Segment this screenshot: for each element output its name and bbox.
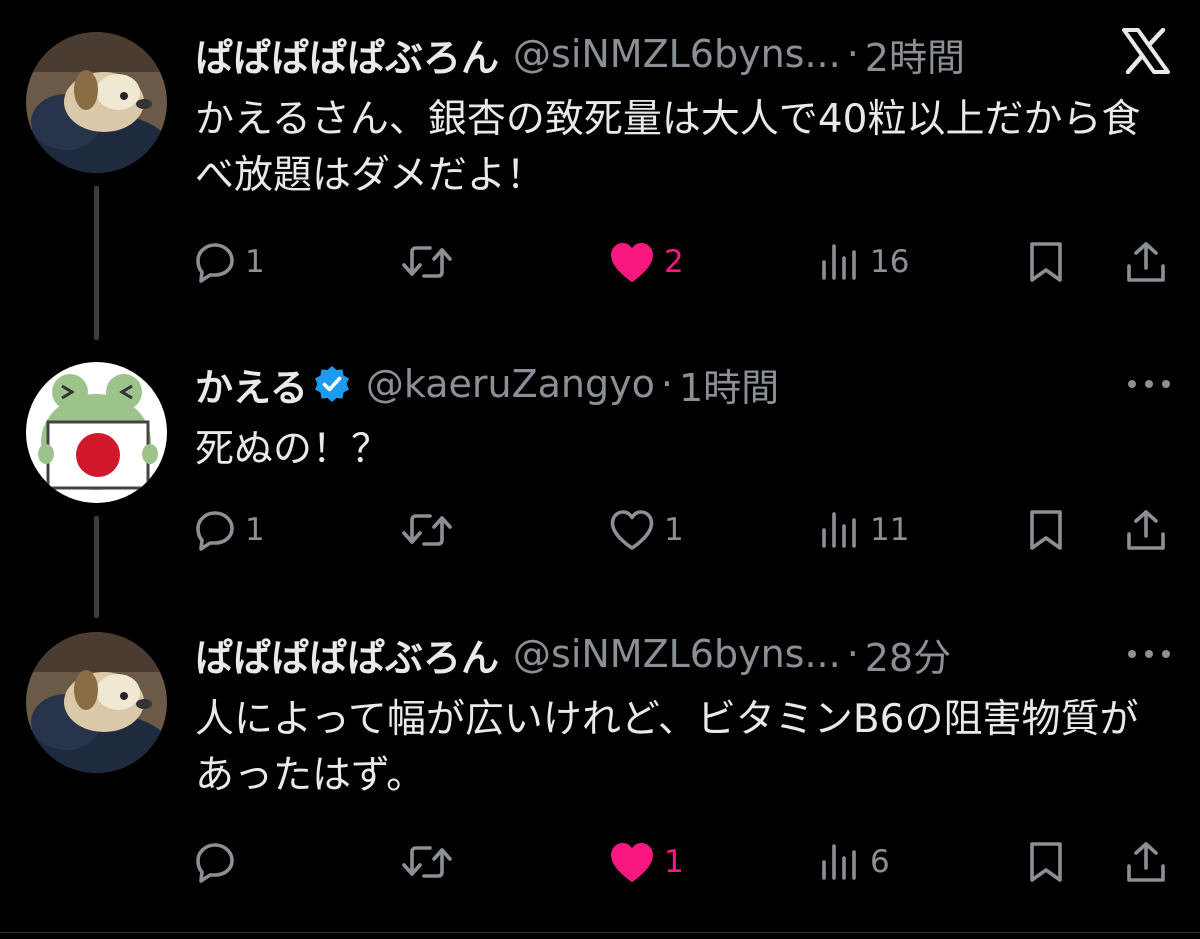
tweet-header: かえる @kaeruZangyo · 1時間 (195, 354, 779, 414)
display-name[interactable]: ぱぱぱぱぱぶろん (195, 627, 499, 682)
heart-filled-icon (611, 243, 653, 282)
view-count: 11 (870, 512, 910, 548)
retweet-button[interactable] (400, 500, 462, 560)
handle[interactable]: @siNMZL6byns... (513, 632, 841, 676)
like-button[interactable]: 1 (608, 500, 684, 560)
like-count: 1 (664, 512, 684, 548)
heart-filled-icon (611, 843, 653, 882)
reply-button[interactable] (193, 832, 245, 892)
avatar[interactable] (26, 32, 167, 173)
retweet-icon (402, 514, 452, 546)
reply-count: 1 (245, 512, 265, 548)
share-button[interactable] (1124, 232, 1168, 292)
retweet-button[interactable] (400, 832, 462, 892)
like-button[interactable]: 2 (608, 232, 684, 292)
share-button[interactable] (1124, 832, 1168, 892)
tweet-header: ぱぱぱぱぱぶろん @siNMZL6byns... · 2時間 (195, 24, 965, 84)
share-icon (1127, 842, 1165, 882)
retweet-icon (402, 846, 452, 878)
action-bar: 1 1 11 (0, 500, 1200, 560)
bookmark-icon (1030, 842, 1062, 882)
action-bar: 1 2 16 (0, 232, 1200, 292)
reply-icon (196, 843, 234, 883)
x-logo-icon (1122, 27, 1170, 78)
views-button[interactable]: 11 (818, 500, 909, 560)
separator: · (846, 32, 859, 76)
tweet-text: かえるさん、銀杏の致死量は大人で40粒以上だから食べ放題はダメだよ！ (195, 97, 1141, 198)
display-name[interactable]: ぱぱぱぱぱぶろん (195, 27, 499, 82)
tweet-header: ぱぱぱぱぱぶろん @siNMZL6byns... · 28分 (195, 624, 951, 684)
views-button[interactable]: 6 (818, 832, 890, 892)
separator: · (846, 632, 859, 676)
views-chart-icon (822, 844, 856, 880)
retweet-icon (402, 246, 452, 278)
retweet-button[interactable] (400, 232, 462, 292)
handle[interactable]: @kaeruZangyo (366, 362, 655, 406)
view-count: 16 (870, 244, 910, 280)
tweet-text: 人によって幅が広いけれど、ビタミンB6の阻害物質があったはず。 (195, 697, 1139, 798)
views-button[interactable]: 16 (818, 232, 909, 292)
reply-button[interactable]: 1 (193, 500, 265, 560)
handle[interactable]: @siNMZL6byns... (513, 32, 841, 76)
action-bar: 1 6 (0, 832, 1200, 892)
divider (0, 932, 1200, 933)
bookmark-icon (1030, 242, 1062, 282)
display-name[interactable]: かえる (195, 357, 308, 412)
reply-icon (196, 511, 234, 551)
like-count: 2 (664, 244, 684, 280)
views-chart-icon (822, 244, 856, 280)
timestamp[interactable]: 1時間 (679, 357, 779, 412)
bookmark-button[interactable] (1024, 832, 1068, 892)
tweet-text: 死ぬの！？ (195, 427, 391, 472)
timestamp[interactable]: 28分 (865, 627, 951, 682)
more-options-icon[interactable] (1128, 644, 1170, 664)
reply-count: 1 (245, 244, 265, 280)
reply-icon (196, 243, 234, 283)
heart-outline-icon (610, 510, 654, 550)
more-options-icon[interactable] (1128, 374, 1170, 394)
bookmark-button[interactable] (1024, 500, 1068, 560)
reply-button[interactable]: 1 (193, 232, 265, 292)
like-button[interactable]: 1 (608, 832, 684, 892)
share-icon (1127, 242, 1165, 282)
share-button[interactable] (1124, 500, 1168, 560)
avatar[interactable] (26, 362, 167, 503)
like-count: 1 (664, 844, 684, 880)
bookmark-button[interactable] (1024, 232, 1068, 292)
verified-badge-icon (312, 364, 352, 404)
bookmark-icon (1030, 510, 1062, 550)
share-icon (1127, 510, 1165, 550)
avatar[interactable] (26, 632, 167, 773)
views-chart-icon (822, 512, 856, 548)
separator: · (660, 362, 673, 406)
timestamp[interactable]: 2時間 (865, 27, 965, 82)
view-count: 6 (870, 844, 890, 880)
